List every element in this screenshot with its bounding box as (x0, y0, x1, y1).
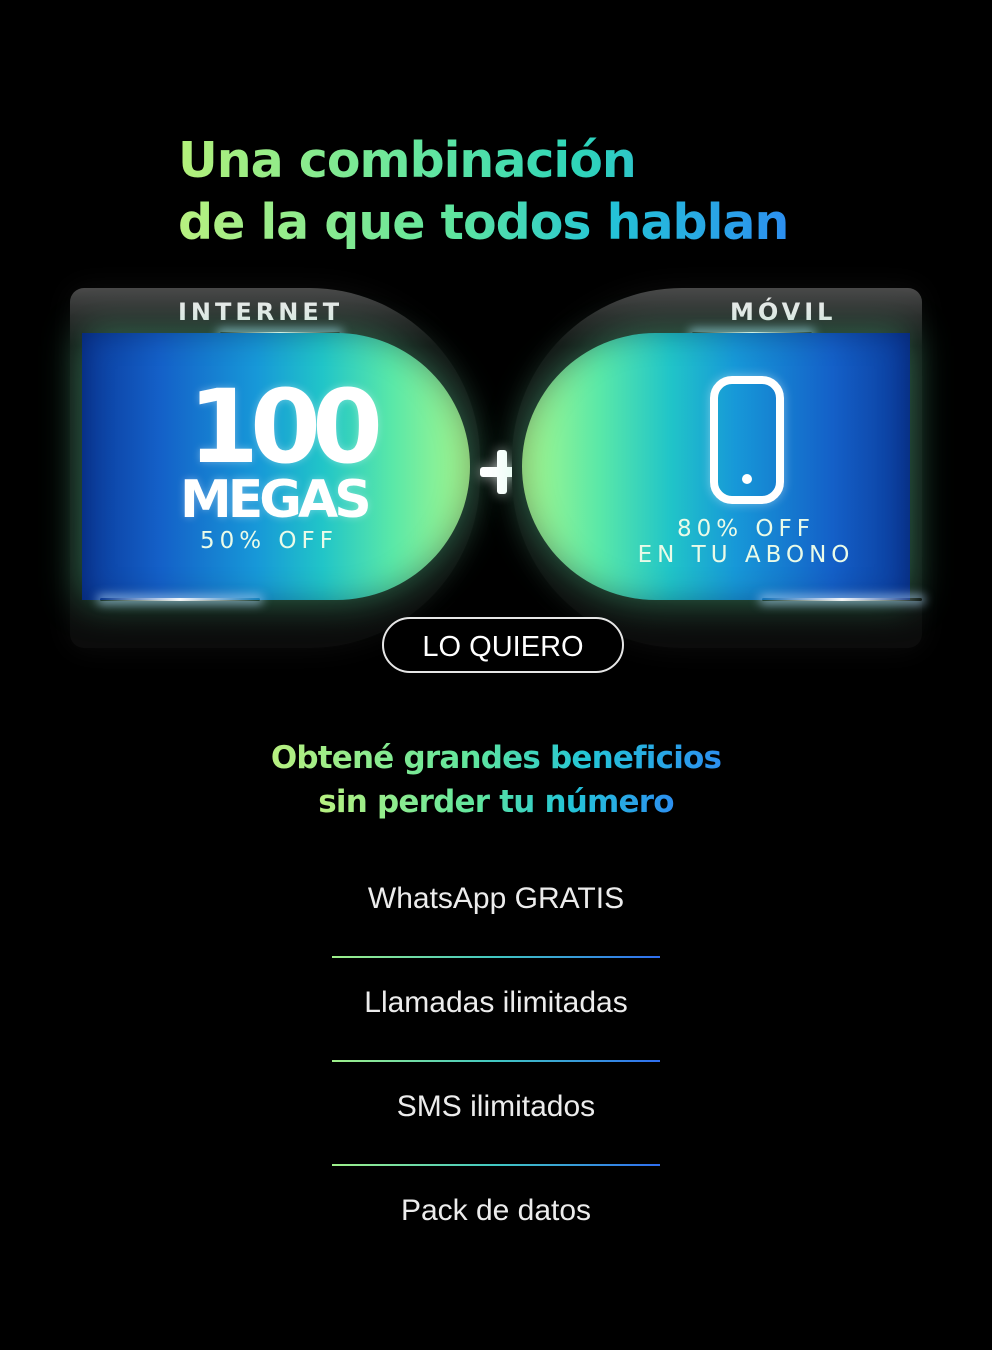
internet-label: INTERNET (178, 298, 344, 326)
benefit-item: Pack de datos (0, 1182, 992, 1286)
mobile-label: MÓVIL (730, 298, 837, 326)
internet-speed-unit: MEGAS (180, 470, 372, 530)
smartphone-icon (710, 376, 784, 504)
phone-home-dot (742, 474, 752, 484)
benefit-divider (332, 956, 660, 958)
headline: Una combinación de la que todos hablan (178, 130, 789, 254)
benefits-headline: Obtené grandes beneficios sin perder tu … (0, 736, 992, 824)
benefit-label: WhatsApp GRATIS (367, 882, 625, 915)
benefit-divider (332, 1060, 660, 1062)
mobile-card: MÓVIL 80% OFF EN TU ABONO (512, 288, 922, 648)
benefits-headline-line-2: sin perder tu número (318, 780, 674, 824)
internet-speed-value: 100 (188, 368, 383, 487)
headline-line-1: Una combinación (178, 130, 788, 192)
benefit-item: SMS ilimitados (0, 1078, 992, 1182)
mobile-bottom-glow (762, 598, 922, 601)
benefit-label: Llamadas ilimitadas (364, 986, 628, 1019)
mobile-discount-line-1: 80% OFF (677, 516, 815, 542)
benefit-item: WhatsApp GRATIS (0, 870, 992, 974)
internet-card: INTERNET 100 MEGAS 50% OFF (70, 288, 480, 648)
headline-line-2: de la que todos hablan (178, 192, 789, 254)
lo-quiero-button[interactable]: LO QUIERO (382, 617, 624, 673)
benefit-label: SMS ilimitados (396, 1090, 596, 1123)
benefit-item: Llamadas ilimitadas (0, 974, 992, 1078)
internet-discount: 50% OFF (200, 528, 338, 554)
benefits-list: WhatsApp GRATIS Llamadas ilimitadas SMS … (0, 870, 992, 1286)
benefits-headline-line-1: Obtené grandes beneficios (271, 736, 722, 780)
benefit-label: Pack de datos (400, 1194, 592, 1227)
mobile-discount-line-2: EN TU ABONO (637, 542, 855, 568)
benefit-divider (332, 1164, 660, 1166)
internet-bottom-glow (100, 598, 260, 601)
